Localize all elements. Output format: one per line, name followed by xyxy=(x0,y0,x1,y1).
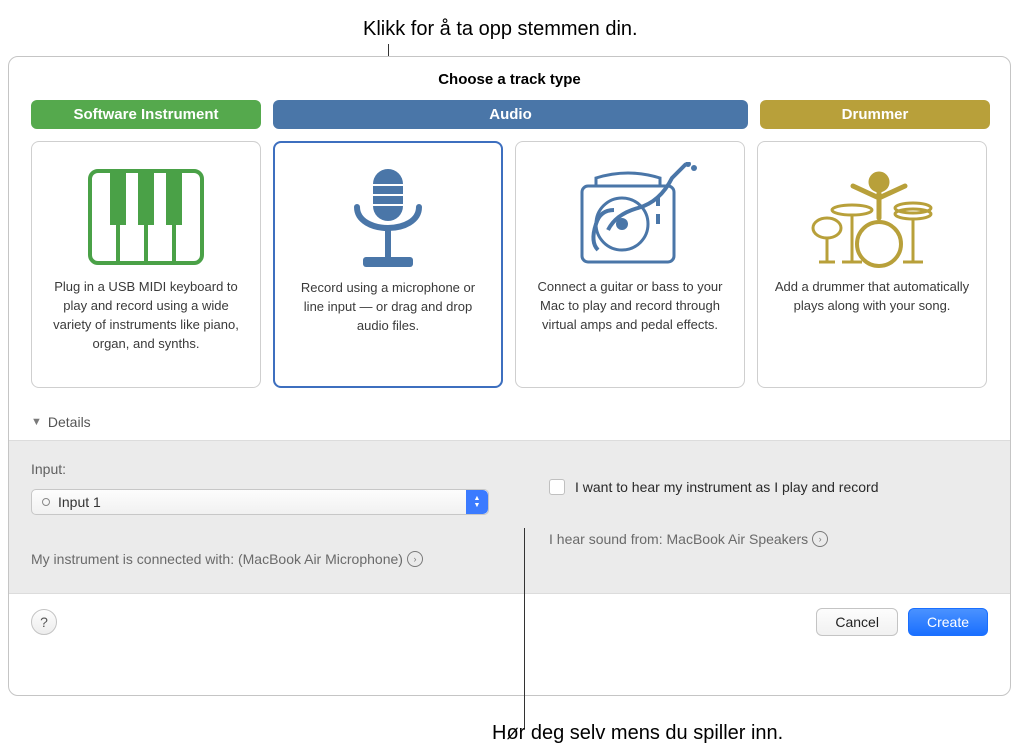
callout-hear-yourself: Hør deg selv mens du spiller inn. xyxy=(492,722,783,745)
input-value: Input 1 xyxy=(58,494,101,510)
help-button[interactable]: ? xyxy=(31,609,57,635)
arrow-right-circle-icon: › xyxy=(812,531,828,547)
chevron-down-icon: ▼ xyxy=(31,416,42,428)
category-drummer[interactable]: Drummer xyxy=(760,100,990,129)
details-right-column: I want to hear my instrument as I play a… xyxy=(549,461,988,567)
guitar-amp-icon xyxy=(528,156,732,278)
card-microphone[interactable]: Record using a microphone or line input … xyxy=(273,141,503,388)
monitor-checkbox[interactable] xyxy=(549,479,565,495)
card-drummer[interactable]: Add a drummer that automatically plays a… xyxy=(757,141,987,388)
arrow-right-circle-icon: › xyxy=(407,551,423,567)
callout-line-bottom xyxy=(524,528,525,728)
dialog-footer: ? Cancel Create xyxy=(9,594,1010,650)
category-audio[interactable]: Audio xyxy=(273,100,748,129)
card-guitar[interactable]: Connect a guitar or bass to your Mac to … xyxy=(515,141,745,388)
details-disclosure[interactable]: ▼ Details xyxy=(9,388,1010,440)
category-row: Software Instrument Audio Drummer xyxy=(9,100,1010,129)
input-channel-icon xyxy=(42,498,50,506)
card-drummer-desc: Add a drummer that automatically plays a… xyxy=(770,278,974,316)
piano-keys-icon xyxy=(44,156,248,278)
cards-row: Plug in a USB MIDI keyboard to play and … xyxy=(9,129,1010,388)
category-software-instrument[interactable]: Software Instrument xyxy=(31,100,261,129)
cancel-button[interactable]: Cancel xyxy=(816,608,898,636)
monitor-label: I want to hear my instrument as I play a… xyxy=(575,479,878,495)
details-left-column: Input: Input 1 ▲▼ My instrument is conne… xyxy=(31,461,489,567)
input-select[interactable]: Input 1 ▲▼ xyxy=(31,489,489,515)
connected-text: My instrument is connected with: (MacBoo… xyxy=(31,551,403,567)
create-button[interactable]: Create xyxy=(908,608,988,636)
card-mic-desc: Record using a microphone or line input … xyxy=(287,279,489,336)
details-panel: Input: Input 1 ▲▼ My instrument is conne… xyxy=(9,440,1010,594)
input-device-info[interactable]: My instrument is connected with: (MacBoo… xyxy=(31,551,489,567)
drummer-icon xyxy=(770,156,974,278)
monitor-checkbox-row[interactable]: I want to hear my instrument as I play a… xyxy=(549,479,988,495)
callout-record-voice: Klikk for å ta opp stemmen din. xyxy=(363,18,638,41)
output-text: I hear sound from: MacBook Air Speakers xyxy=(549,531,808,547)
details-label: Details xyxy=(48,414,91,430)
card-software-instrument[interactable]: Plug in a USB MIDI keyboard to play and … xyxy=(31,141,261,388)
dialog-title: Choose a track type xyxy=(9,57,1010,100)
track-type-dialog: Choose a track type Software Instrument … xyxy=(8,56,1011,696)
select-arrows-icon: ▲▼ xyxy=(466,490,488,514)
input-label: Input: xyxy=(31,461,489,477)
microphone-icon xyxy=(287,157,489,279)
card-guitar-desc: Connect a guitar or bass to your Mac to … xyxy=(528,278,732,335)
output-device-info[interactable]: I hear sound from: MacBook Air Speakers … xyxy=(549,531,988,547)
card-software-desc: Plug in a USB MIDI keyboard to play and … xyxy=(44,278,248,353)
